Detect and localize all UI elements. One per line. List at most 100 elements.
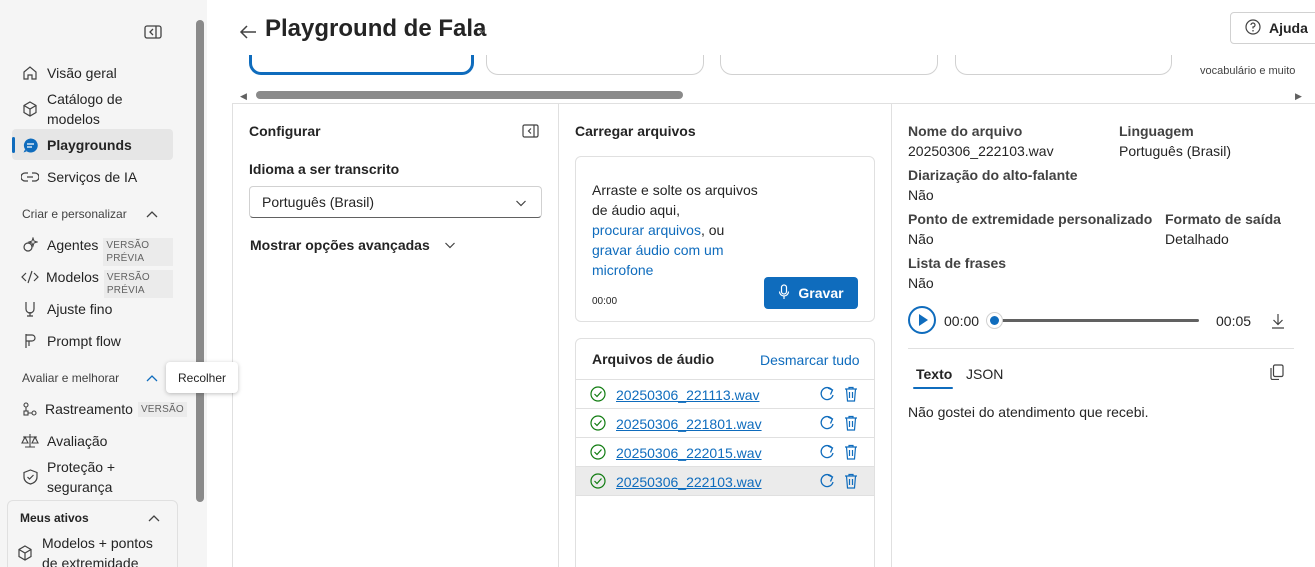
section-evaluate-improve[interactable]: Avaliar e melhorar bbox=[22, 371, 158, 385]
sidebar-item-prompt-flow[interactable]: Prompt flow bbox=[12, 331, 173, 351]
back-arrow-icon[interactable] bbox=[238, 22, 258, 42]
file-row[interactable]: 20250306_222015.wav bbox=[576, 437, 874, 466]
advanced-options-toggle[interactable]: Mostrar opções avançadas bbox=[250, 237, 456, 253]
custom-endpoint-label: Ponto de extremidade personalizado bbox=[908, 211, 1153, 227]
check-circle-icon bbox=[590, 415, 606, 431]
scenario-card[interactable] bbox=[249, 55, 474, 75]
chevron-down-icon[interactable] bbox=[477, 26, 487, 36]
retry-icon[interactable] bbox=[818, 443, 836, 461]
chevron-up-icon[interactable] bbox=[144, 371, 160, 387]
retry-icon[interactable] bbox=[818, 385, 836, 403]
section-my-assets[interactable]: Meus ativos bbox=[20, 511, 160, 525]
sidebar: Visão geral Catálogo de modelos Playgrou… bbox=[0, 0, 207, 567]
sidebar-item-label: Prompt flow bbox=[47, 333, 121, 349]
scroll-left-icon[interactable]: ◀ bbox=[240, 91, 247, 102]
sidebar-item-model-catalog[interactable]: Catálogo de modelos bbox=[12, 89, 173, 129]
play-button[interactable] bbox=[908, 306, 936, 334]
collapse-sidebar-icon[interactable] bbox=[144, 24, 162, 40]
file-row-selected[interactable]: 20250306_222103.wav bbox=[576, 466, 874, 495]
chevron-up-icon[interactable] bbox=[146, 511, 162, 527]
language-select[interactable]: Português (Brasil) bbox=[249, 186, 542, 218]
file-name-label: Nome do arquivo bbox=[908, 123, 1023, 139]
download-icon[interactable] bbox=[1270, 312, 1286, 330]
horizontal-scroll-thumb[interactable] bbox=[256, 91, 683, 99]
collapse-panel-icon[interactable] bbox=[522, 124, 539, 138]
browse-files-link[interactable]: procurar arquivos bbox=[592, 222, 701, 238]
check-circle-icon bbox=[590, 473, 606, 489]
delete-icon[interactable] bbox=[842, 443, 860, 461]
configure-title: Configurar bbox=[249, 123, 321, 139]
deselect-all-link[interactable]: Desmarcar tudo bbox=[760, 352, 860, 368]
sidebar-item-models[interactable]: Modelos VERSÃO PRÉVIA bbox=[12, 267, 173, 298]
file-name-link[interactable]: 20250306_221801.wav bbox=[616, 416, 762, 432]
file-name-link[interactable]: 20250306_222103.wav bbox=[616, 474, 762, 490]
sidebar-item-safety[interactable]: Proteção + segurança bbox=[12, 457, 173, 497]
sidebar-item-label: Visão geral bbox=[47, 65, 117, 81]
delete-icon[interactable] bbox=[842, 385, 860, 403]
code-icon bbox=[20, 267, 40, 287]
output-format-value: Detalhado bbox=[1165, 231, 1229, 247]
delete-icon[interactable] bbox=[842, 414, 860, 432]
scenario-card[interactable] bbox=[486, 55, 704, 75]
cube-icon bbox=[15, 543, 35, 563]
audio-seek-bar[interactable] bbox=[994, 319, 1199, 322]
audio-files-title: Arquivos de áudio bbox=[592, 351, 715, 367]
sidebar-item-ai-services[interactable]: Serviços de IA bbox=[12, 167, 173, 187]
microphone-icon bbox=[778, 283, 790, 303]
record-button[interactable]: Gravar bbox=[764, 277, 858, 309]
or-text: , ou bbox=[700, 222, 725, 238]
sidebar-item-label: Ajuste fino bbox=[47, 301, 113, 317]
sidebar-item-fine-tuning[interactable]: Ajuste fino bbox=[12, 299, 173, 319]
delete-icon[interactable] bbox=[842, 472, 860, 490]
chevron-up-icon[interactable] bbox=[144, 207, 160, 223]
file-name-link[interactable]: 20250306_222015.wav bbox=[616, 445, 762, 461]
tuning-icon bbox=[20, 299, 40, 319]
record-audio-link[interactable]: gravar áudio com um microfone bbox=[592, 242, 724, 278]
drop-instructions: Arraste e solte os arquivos de áudio aqu… bbox=[592, 180, 772, 280]
output-format-label: Formato de saída bbox=[1165, 211, 1281, 227]
section-label: Criar e personalizar bbox=[22, 207, 127, 221]
sidebar-item-label: Agentes bbox=[47, 237, 99, 253]
agent-icon bbox=[20, 235, 40, 255]
section-label: Avaliar e melhorar bbox=[22, 371, 120, 385]
divider bbox=[891, 103, 892, 567]
tab-text[interactable]: Texto bbox=[916, 366, 952, 382]
cube-icon bbox=[20, 99, 40, 119]
scenario-card[interactable] bbox=[955, 55, 1172, 75]
drop-text: Arraste e solte os arquivos de áudio aqu… bbox=[592, 182, 758, 218]
sidebar-item-label: Rastreamento bbox=[45, 401, 133, 417]
link-icon bbox=[20, 167, 40, 187]
sidebar-item-models-endpoints[interactable]: Modelos + pontos de extremidade bbox=[7, 533, 168, 567]
scale-icon bbox=[20, 431, 40, 451]
file-name-value: 20250306_222103.wav bbox=[908, 143, 1054, 159]
help-button[interactable]: Ajuda bbox=[1230, 12, 1315, 44]
sidebar-item-label: Modelos bbox=[46, 269, 99, 285]
sidebar-item-overview[interactable]: Visão geral bbox=[12, 63, 173, 83]
divider bbox=[232, 103, 233, 567]
file-name-link[interactable]: 20250306_221113.wav bbox=[616, 387, 760, 403]
recording-timer: 00:00 bbox=[592, 296, 618, 307]
file-row[interactable]: 20250306_221113.wav bbox=[576, 379, 874, 408]
file-row[interactable]: 20250306_221801.wav bbox=[576, 408, 874, 437]
sidebar-item-agents[interactable]: Agentes VERSÃO PRÉVIA bbox=[12, 235, 173, 266]
language-detail-label: Linguagem bbox=[1119, 123, 1194, 139]
sidebar-item-tracing[interactable]: Rastreamento VERSÃO bbox=[12, 399, 187, 419]
preview-badge: VERSÃO PRÉVIA bbox=[103, 270, 173, 298]
active-tab-indicator bbox=[913, 387, 953, 389]
sidebar-item-playgrounds[interactable]: Playgrounds bbox=[12, 129, 173, 160]
tab-json[interactable]: JSON bbox=[966, 366, 1003, 382]
divider bbox=[908, 348, 1294, 349]
copy-icon[interactable] bbox=[1270, 364, 1284, 380]
sidebar-item-evaluation[interactable]: Avaliação bbox=[12, 431, 173, 451]
scroll-right-icon[interactable]: ▶ bbox=[1295, 91, 1302, 102]
time-total: 00:05 bbox=[1216, 313, 1252, 329]
retry-icon[interactable] bbox=[818, 414, 836, 432]
custom-endpoint-value: Não bbox=[908, 231, 934, 247]
section-create-customize[interactable]: Criar e personalizar bbox=[22, 207, 158, 221]
seek-knob[interactable] bbox=[986, 312, 1003, 329]
check-circle-icon bbox=[590, 386, 606, 402]
scenario-card[interactable] bbox=[720, 55, 938, 75]
sidebar-scrollbar[interactable] bbox=[196, 20, 204, 502]
retry-icon[interactable] bbox=[818, 472, 836, 490]
divider bbox=[576, 495, 874, 496]
